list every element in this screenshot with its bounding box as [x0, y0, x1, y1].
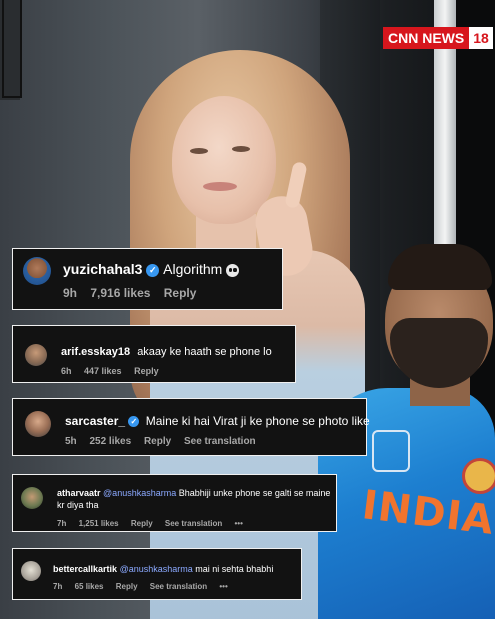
- comment-time: 7h: [53, 582, 63, 591]
- comment-text: Algorithm: [163, 261, 223, 277]
- comment-card: yuzichahal3 ✓ Algorithm 9h 7,916 likes R…: [12, 248, 283, 310]
- comment-time: 5h: [65, 436, 77, 447]
- skull-icon: [226, 263, 240, 277]
- comment-time: 7h: [57, 519, 67, 528]
- comment-text: mai ni sehta bhabhi: [195, 564, 274, 574]
- avatar[interactable]: [25, 411, 51, 437]
- username[interactable]: yuzichahal3: [63, 261, 142, 277]
- verified-badge-icon: ✓: [128, 416, 140, 428]
- reply-button[interactable]: Reply: [164, 286, 197, 300]
- avatar[interactable]: [21, 487, 43, 509]
- reply-button[interactable]: Reply: [116, 582, 138, 591]
- comment-text: Maine ki hai Virat ji ke phone se photo …: [145, 414, 370, 428]
- comment-time: 9h: [63, 286, 78, 300]
- username[interactable]: atharvaatr: [57, 488, 101, 498]
- more-options-icon[interactable]: •••: [234, 519, 242, 528]
- window: [0, 0, 22, 100]
- comment-card: sarcaster_ ✓ Maine ki hai Virat ji ke ph…: [12, 398, 370, 456]
- comment-card: bettercallkartik @anushkasharma mai ni s…: [12, 548, 302, 600]
- cnn-news18-logo: CNN NEWS 18: [383, 27, 493, 49]
- verified-badge-icon: ✓: [146, 263, 160, 277]
- avatar[interactable]: [21, 561, 41, 581]
- reply-button[interactable]: Reply: [144, 436, 171, 447]
- comment-text: akaay ke haath se phone lo: [137, 346, 272, 358]
- like-count[interactable]: 447 likes: [84, 366, 122, 376]
- avatar[interactable]: [25, 344, 47, 366]
- jersey-badge: [372, 430, 410, 472]
- like-count[interactable]: 1,251 likes: [79, 519, 119, 528]
- more-options-icon[interactable]: •••: [219, 582, 227, 591]
- mention-link[interactable]: @anushkasharma: [103, 488, 176, 498]
- jersey-logo: [462, 458, 495, 494]
- see-translation-button[interactable]: See translation: [165, 519, 222, 528]
- avatar[interactable]: [23, 257, 51, 285]
- username[interactable]: bettercallkartik: [53, 564, 117, 574]
- see-translation-button[interactable]: See translation: [150, 582, 207, 591]
- reply-button[interactable]: Reply: [134, 366, 159, 376]
- like-count[interactable]: 252 likes: [89, 436, 131, 447]
- username[interactable]: arif.esskay18: [61, 346, 130, 358]
- comment-card: arif.esskay18 akaay ke haath se phone lo…: [12, 325, 296, 383]
- see-translation-button[interactable]: See translation: [184, 436, 256, 447]
- like-count[interactable]: 7,916 likes: [90, 286, 150, 300]
- comment-card: atharvaatr @anushkasharma Bhabhiji unke …: [12, 474, 337, 532]
- reply-button[interactable]: Reply: [131, 519, 153, 528]
- mention-link[interactable]: @anushkasharma: [120, 564, 193, 574]
- comment-time: 6h: [61, 366, 72, 376]
- like-count[interactable]: 65 likes: [75, 582, 104, 591]
- username[interactable]: sarcaster_: [65, 414, 125, 428]
